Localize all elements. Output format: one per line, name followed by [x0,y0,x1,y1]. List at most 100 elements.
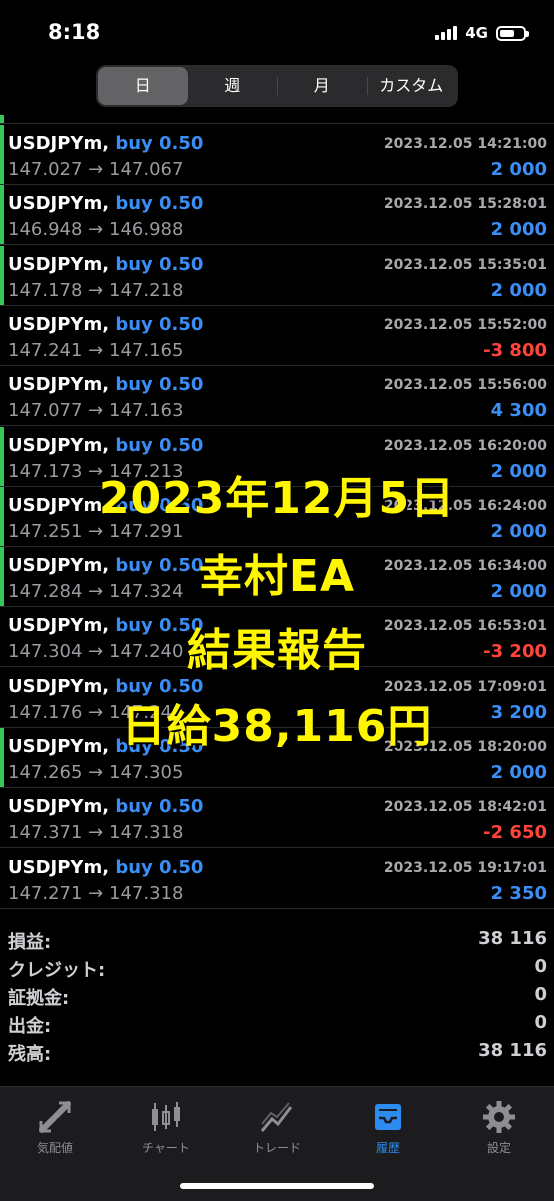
tab-settings[interactable]: 設定 [444,1097,554,1156]
trade-icon [222,1097,332,1137]
trade-row[interactable]: USDJPYm, buy 0.50 2023.12.05 17:09:01 147.… [0,668,554,728]
summary-profit: 損益: 38 116 [0,926,554,954]
trade-profit: 2 350 [490,882,547,904]
trade-prices: 147.178 → 147.218 [8,280,183,301]
trade-side: buy 0.50 [115,374,204,396]
close-price: 147.305 [109,762,184,783]
trade-datetime: 2023.12.05 17:09:01 [383,678,547,695]
symbol-label: USDJPYm, [8,133,110,154]
trade-history-list[interactable]: USDJPYm, buy 0.50 2023.12.05 14:21:00 147.… [0,115,554,920]
trade-row[interactable]: USDJPYm, buy 0.50 2023.12.05 16:34:00 147.… [0,547,554,608]
arrow-icon: → [88,701,104,723]
battery-icon [496,25,529,41]
tab-label: 気配値 [36,1141,73,1155]
open-price: 147.178 [8,279,83,301]
close-price: 147.165 [109,339,184,361]
close-price: 147.240 [109,701,184,723]
close-price: 147.324 [109,581,184,603]
trade-row[interactable]: USDJPYm, buy 0.50 2023.12.05 16:24:00 147.… [0,486,554,547]
tab-chart[interactable]: チャート [111,1097,221,1156]
close-price: 147.240 [109,641,184,663]
trade-row[interactable]: USDJPYm, buy 0.50 2023.12.05 16:53:01 147.… [0,607,554,668]
summary-label: 損益: [8,932,52,953]
period-segmented-control: 日 週 月 カスタム [96,65,458,107]
summary-value: 0 [534,984,547,1005]
open-price: 147.173 [8,460,83,482]
symbol-label: USDJPYm, [8,313,110,335]
arrow-icon: → [88,581,104,603]
tab-day[interactable]: 日 [98,67,188,105]
symbol-label: USDJPYm, [8,253,110,275]
trade-profit: 2 000 [490,460,547,482]
trade-side: buy 0.50 [115,313,204,335]
trade-row[interactable]: USDJPYm, buy 0.50 2023.12.05 15:35:01 147.… [0,245,554,306]
close-price: 147.163 [109,400,184,422]
open-price: 147.304 [8,641,83,663]
arrow-icon: → [88,460,104,482]
position-marker [0,426,4,486]
tab-label: チャート [142,1141,190,1155]
trade-row[interactable]: USDJPYm, buy 0.50 2023.12.05 15:52:00 147.… [0,306,554,366]
trade-row[interactable]: USDJPYm, buy 0.50 2023.12.05 19:17:01 147.… [0,849,554,909]
trade-prices: 146.948 → 146.988 [8,219,183,240]
symbol-label: USDJPYm, [8,796,110,818]
trade-symbol: USDJPYm, buy 0.50 [8,193,203,214]
trade-datetime: 2023.12.05 15:35:01 [383,256,547,273]
trade-symbol: USDJPYm, buy 0.50 [8,615,203,636]
summary-label: クレジット: [8,960,106,981]
trade-symbol: USDJPYm, buy 0.50 [8,133,203,154]
position-marker [0,486,4,546]
status-bar: 8:18 4G [0,0,554,60]
trade-profit: 2 000 [490,520,547,542]
trade-side: buy 0.50 [115,796,204,818]
signal-icon [435,26,458,40]
close-price: 147.213 [109,460,184,482]
trade-datetime: 2023.12.05 15:56:00 [383,377,547,394]
network-label: 4G [465,24,488,42]
trade-side: buy 0.50 [115,615,204,637]
tab-custom[interactable]: カスタム [366,67,457,105]
summary-value: 0 [534,956,547,977]
trade-side: buy 0.50 [115,675,204,697]
trade-prices: 147.304 → 147.240 [8,641,183,662]
trade-datetime: 2023.12.05 15:28:01 [383,196,547,213]
close-price: 146.988 [109,219,184,241]
symbol-label: USDJPYm, [8,193,110,215]
trade-prices: 147.284 → 147.324 [8,581,183,602]
open-price: 147.176 [8,701,83,723]
arrow-icon: → [88,822,104,844]
trade-row[interactable]: USDJPYm, buy 0.50 2023.12.05 14:21:00 147.… [0,125,554,185]
chart-icon [111,1097,221,1137]
partial-row [0,115,554,124]
arrow-icon: → [88,339,104,361]
tab-quotes[interactable]: 気配値 [0,1097,110,1156]
open-price: 147.371 [8,822,83,844]
trade-row[interactable]: USDJPYm, buy 0.50 2023.12.05 15:56:00 147.… [0,366,554,427]
position-marker [0,728,4,787]
symbol-label: USDJPYm, [8,374,110,396]
trade-row[interactable]: USDJPYm, buy 0.50 2023.12.05 15:28:01 146.… [0,185,554,246]
trade-profit: 2 000 [490,762,547,783]
position-marker [0,547,4,607]
summary-label: 出金: [8,1016,52,1037]
trade-datetime: 2023.12.05 18:20:00 [383,739,547,755]
trade-symbol: USDJPYm, buy 0.50 [8,676,203,697]
tab-week[interactable]: 週 [188,67,278,105]
trade-row[interactable]: USDJPYm, buy 0.50 2023.12.05 16:20:00 147.… [0,426,554,487]
trade-row[interactable]: USDJPYm, buy 0.50 2023.12.05 18:20:00 147.… [0,728,554,788]
tab-history[interactable]: 履歴 [333,1097,443,1156]
summary-credit: クレジット: 0 [0,954,554,982]
trade-row[interactable]: USDJPYm, buy 0.50 2023.12.05 18:42:01 147.… [0,788,554,849]
trade-prices: 147.176 → 147.240 [8,702,183,723]
settings-icon [444,1097,554,1137]
trade-profit: 2 000 [490,581,547,603]
trade-side: buy 0.50 [115,434,204,456]
tab-month[interactable]: 月 [277,67,367,105]
open-price: 147.284 [8,581,83,603]
trade-symbol: USDJPYm, buy 0.50 [8,796,203,817]
tab-trade[interactable]: トレード [222,1097,332,1156]
trade-symbol: USDJPYm, buy 0.50 [8,857,203,878]
trade-symbol: USDJPYm, buy 0.50 [8,254,203,275]
symbol-label: USDJPYm, [8,615,110,637]
trade-symbol: USDJPYm, buy 0.50 [8,314,203,335]
